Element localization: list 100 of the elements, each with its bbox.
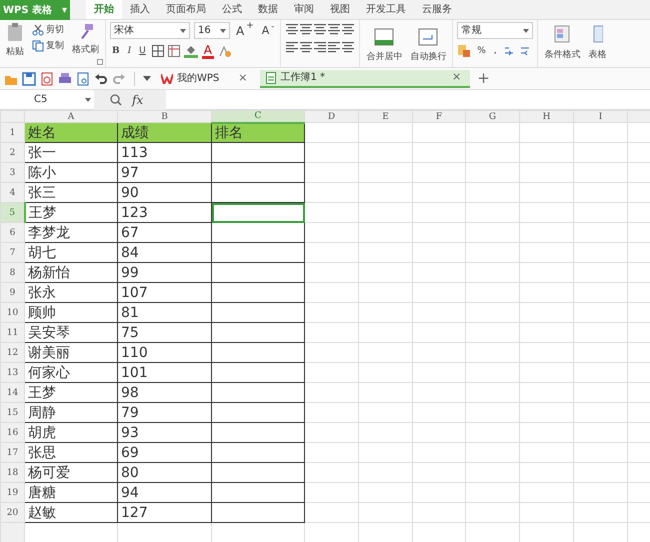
increase-decimal-icon[interactable]: [502, 45, 515, 57]
row-header[interactable]: 20: [0, 502, 24, 522]
ribbon-tab[interactable]: 页面布局: [158, 0, 214, 19]
column-header[interactable]: I: [574, 110, 628, 122]
cut-button[interactable]: 剪切: [30, 22, 66, 38]
ribbon-tab[interactable]: 公式: [214, 0, 250, 19]
column-header[interactable]: F: [412, 110, 466, 122]
underline-button[interactable]: U: [137, 43, 148, 59]
table-cell[interactable]: 84: [118, 242, 212, 262]
table-cell[interactable]: 69: [118, 442, 212, 462]
table-cell[interactable]: 何家心: [24, 362, 118, 382]
header-cell[interactable]: 成绩: [118, 122, 212, 142]
table-cell[interactable]: 107: [118, 282, 212, 302]
save-icon[interactable]: [22, 72, 36, 86]
table-cell[interactable]: 113: [118, 142, 212, 162]
zoom-icon[interactable]: [110, 94, 122, 106]
pdf-icon[interactable]: [40, 72, 54, 86]
align-right-icon[interactable]: [313, 40, 328, 54]
insert-function-button[interactable]: fx: [130, 92, 146, 108]
table-cell[interactable]: 吴安琴: [24, 322, 118, 342]
table-cell[interactable]: 90: [118, 182, 212, 202]
row-header[interactable]: 1: [0, 122, 24, 142]
row-header[interactable]: 5: [0, 202, 24, 222]
percent-button[interactable]: %: [475, 43, 488, 59]
row-header[interactable]: 6: [0, 222, 24, 242]
column-header[interactable]: E: [358, 110, 412, 122]
dialog-launcher-icon[interactable]: [97, 59, 103, 65]
row-header[interactable]: 3: [0, 162, 24, 182]
column-header[interactable]: G: [466, 110, 520, 122]
clear-format-icon[interactable]: [218, 44, 232, 58]
table-cell[interactable]: 67: [118, 222, 212, 242]
currency-icon[interactable]: [457, 44, 472, 58]
row-header[interactable]: 2: [0, 142, 24, 162]
font-size-field[interactable]: 16: [194, 22, 230, 39]
column-header[interactable]: B: [118, 110, 212, 122]
row-header[interactable]: 13: [0, 362, 24, 382]
number-format-field[interactable]: 常规: [457, 22, 534, 39]
align-center-icon[interactable]: [299, 40, 314, 54]
table-cell[interactable]: 顾帅: [24, 302, 118, 322]
row-header[interactable]: 9: [0, 282, 24, 302]
row-header[interactable]: 4: [0, 182, 24, 202]
table-cell[interactable]: 127: [118, 502, 212, 522]
table-cell[interactable]: 杨新怡: [24, 262, 118, 282]
ribbon-tab[interactable]: 开始: [86, 0, 122, 19]
merge-center-button[interactable]: 合并居中: [364, 27, 404, 65]
row-header[interactable]: 11: [0, 322, 24, 342]
font-name-field[interactable]: 宋体: [110, 22, 190, 39]
row-header[interactable]: 15: [0, 402, 24, 422]
print-icon[interactable]: [58, 72, 72, 86]
paste-button[interactable]: 粘贴: [4, 22, 26, 65]
ribbon-tab[interactable]: 开发工具: [358, 0, 414, 19]
table-cell[interactable]: 97: [118, 162, 212, 182]
table-cell[interactable]: 101: [118, 362, 212, 382]
justify-icon[interactable]: [327, 40, 342, 54]
undo-icon[interactable]: [94, 72, 108, 86]
table-cell[interactable]: 75: [118, 322, 212, 342]
table-cell[interactable]: 80: [118, 462, 212, 482]
table-cell[interactable]: 张思: [24, 442, 118, 462]
table-cell[interactable]: 李梦龙: [24, 222, 118, 242]
bold-button[interactable]: B: [110, 43, 122, 59]
table-cell[interactable]: 杨可爱: [24, 462, 118, 482]
fill-color-icon[interactable]: [184, 44, 198, 58]
ribbon-tab[interactable]: 数据: [250, 0, 286, 19]
table-cell[interactable]: 98: [118, 382, 212, 402]
table-cell[interactable]: 81: [118, 302, 212, 322]
table-cell[interactable]: 陈小: [24, 162, 118, 182]
table-cell[interactable]: 110: [118, 342, 212, 362]
row-header[interactable]: 19: [0, 482, 24, 502]
table-cell[interactable]: 胡虎: [24, 422, 118, 442]
ribbon-tab[interactable]: 审阅: [286, 0, 322, 19]
table-cell[interactable]: 99: [118, 262, 212, 282]
table-cell[interactable]: 79: [118, 402, 212, 422]
decrease-decimal-icon[interactable]: [518, 45, 531, 57]
table-cell[interactable]: 94: [118, 482, 212, 502]
border-icon[interactable]: [152, 45, 164, 57]
header-cell[interactable]: 姓名: [24, 122, 118, 142]
table-cell[interactable]: 周静: [24, 402, 118, 422]
document-tab[interactable]: 工作簿1 * ×: [260, 70, 470, 88]
table-cell[interactable]: 唐糖: [24, 482, 118, 502]
ribbon-tab[interactable]: 插入: [122, 0, 158, 19]
ribbon-tab[interactable]: 视图: [322, 0, 358, 19]
table-cell[interactable]: 123: [118, 202, 212, 222]
document-tab[interactable]: 我的WPS ×: [155, 70, 256, 88]
cell-fill-icon[interactable]: [168, 45, 180, 57]
row-header[interactable]: 8: [0, 262, 24, 282]
active-cell[interactable]: [212, 202, 304, 222]
row-header[interactable]: 14: [0, 382, 24, 402]
table-cell[interactable]: 赵敏: [24, 502, 118, 522]
column-header[interactable]: H: [520, 110, 574, 122]
column-header[interactable]: A: [24, 110, 118, 122]
row-header[interactable]: 7: [0, 242, 24, 262]
copy-button[interactable]: 复制: [30, 38, 66, 54]
font-color-button[interactable]: A: [202, 44, 214, 58]
table-cell[interactable]: 张三: [24, 182, 118, 202]
row-header[interactable]: 10: [0, 302, 24, 322]
conditional-format-button[interactable]: 条件格式: [542, 25, 582, 63]
wrap-text-button[interactable]: 自动换行: [408, 27, 448, 65]
column-header[interactable]: D: [304, 110, 358, 122]
italic-button[interactable]: I: [126, 43, 134, 59]
table-cell[interactable]: 王梦: [24, 382, 118, 402]
